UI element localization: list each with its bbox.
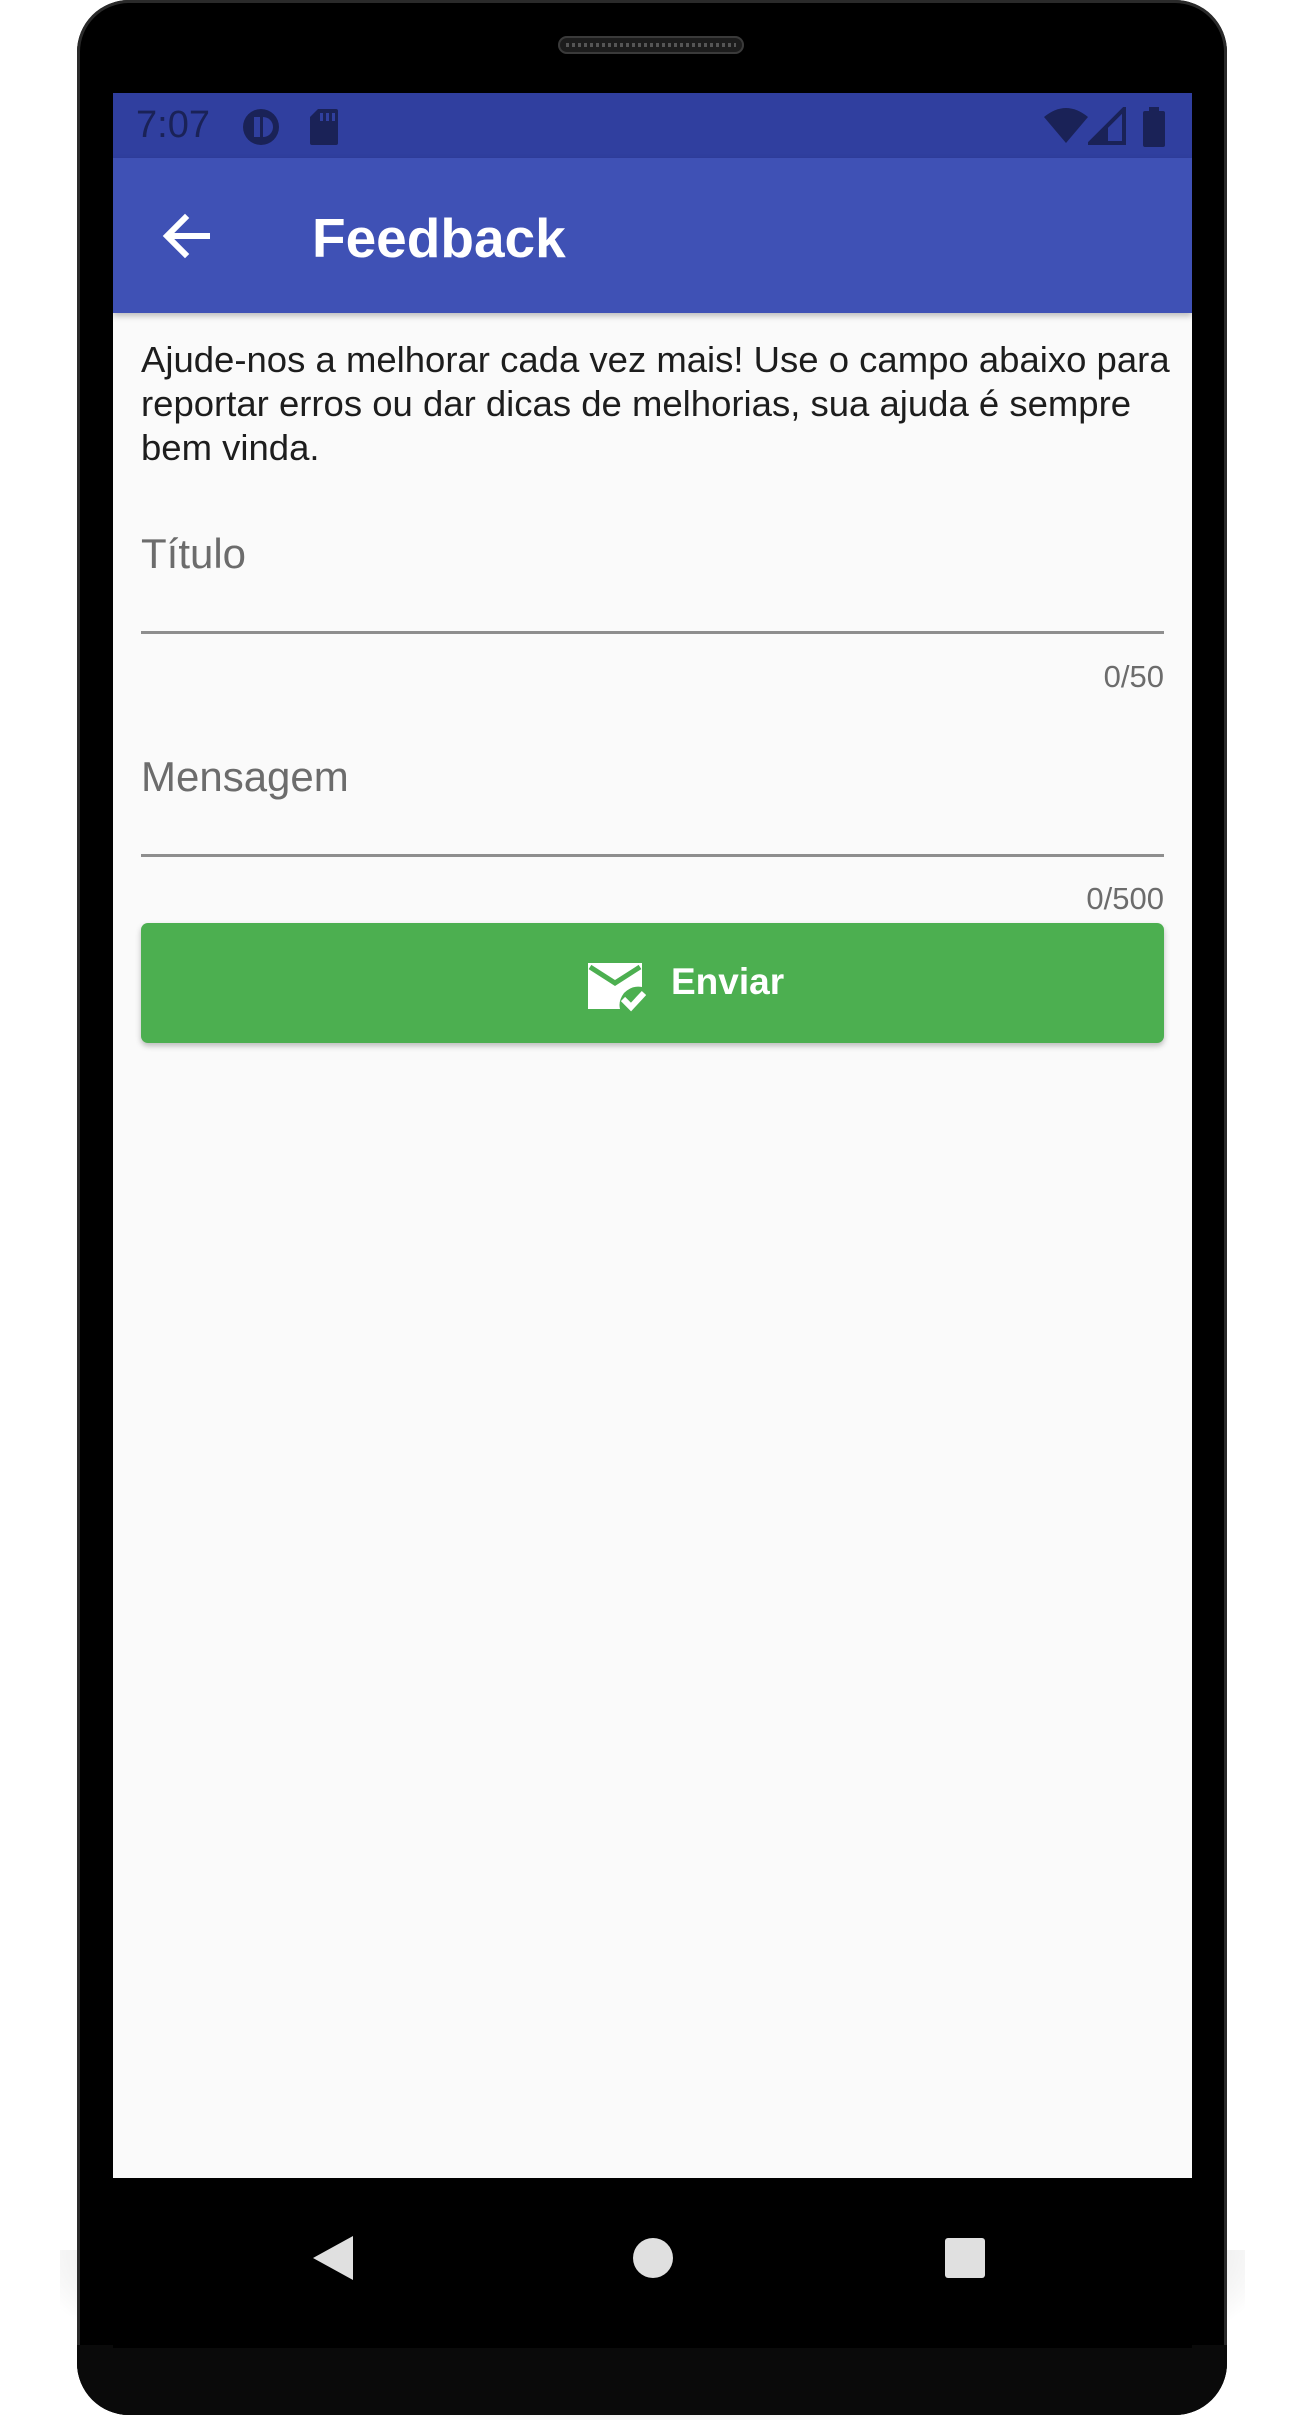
message-field-underline (141, 854, 1164, 857)
device-chin (77, 2345, 1227, 2415)
status-bar: 7:07 (113, 93, 1192, 158)
title-char-counter: 0/50 (1103, 659, 1164, 694)
status-time: 7:07 (136, 104, 210, 146)
back-triangle-icon[interactable] (303, 2226, 367, 2290)
send-button[interactable]: Enviar (141, 923, 1164, 1043)
title-field-placeholder[interactable]: Título (141, 530, 246, 578)
system-nav-bar (113, 2178, 1192, 2348)
sd-card-icon (310, 109, 338, 145)
title-field-underline (141, 631, 1164, 634)
send-button-label: Enviar (671, 961, 785, 1002)
home-circle-icon[interactable] (621, 2226, 685, 2290)
arrow-back-icon[interactable] (155, 204, 219, 268)
recents-square-icon[interactable] (933, 2226, 997, 2290)
battery-icon (1143, 107, 1165, 147)
mail-check-icon (588, 963, 646, 1012)
signal-icon (1088, 107, 1126, 145)
intro-text: Ajude-nos a melhorar cada vez mais! Use … (141, 339, 1170, 468)
wifi-icon (1044, 108, 1088, 143)
app-bar: Feedback (113, 158, 1192, 313)
page-title: Feedback (312, 207, 566, 269)
message-char-counter: 0/500 (1086, 881, 1164, 916)
app-screen: 7:07 Feedback Ajude-nos a melhorar cada … (113, 93, 1192, 2178)
message-field-placeholder[interactable]: Mensagem (141, 753, 349, 801)
alert-circle-icon (243, 109, 279, 145)
earpiece-speaker (558, 36, 744, 54)
